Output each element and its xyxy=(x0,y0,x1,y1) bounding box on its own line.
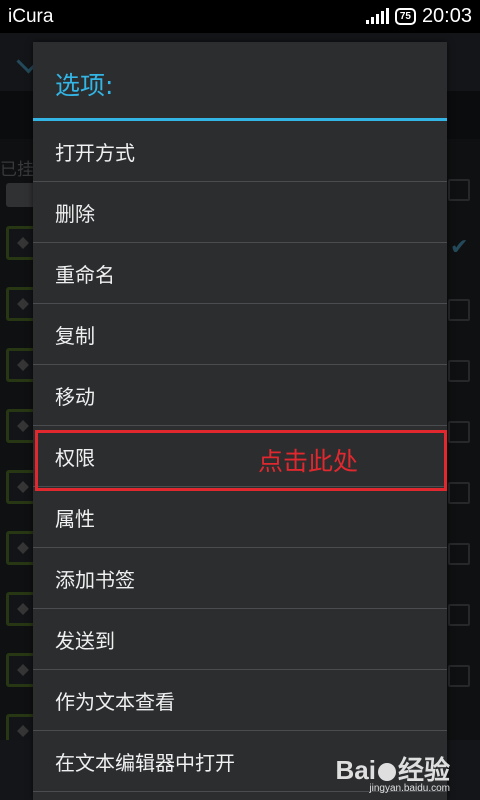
menu-item-label: 在文本编辑器中打开 xyxy=(55,750,235,775)
menu-item-properties[interactable]: 属性 xyxy=(33,487,447,548)
dialog-title: 选项: xyxy=(33,42,447,121)
status-right: 75 20:03 xyxy=(365,4,472,27)
menu-item-delete[interactable]: 删除 xyxy=(33,182,447,243)
highlight-box xyxy=(35,430,447,491)
paw-icon xyxy=(377,763,396,782)
options-dialog: 选项: 打开方式 删除 重命名 复制 移动 权限 属性 添加书签 发送到 作为文… xyxy=(33,42,447,800)
menu-item-move[interactable]: 移动 xyxy=(33,365,447,426)
baidu-watermark: Bai 经验 jingyan.baidu.com xyxy=(336,757,450,794)
menu-item-add-bookmark[interactable]: 添加书签 xyxy=(33,548,447,609)
menu-item-label: 作为文本查看 xyxy=(55,689,175,714)
menu-item-copy[interactable]: 复制 xyxy=(33,304,447,365)
status-app-name: iCura xyxy=(8,6,54,27)
menu-item-label: 属性 xyxy=(55,506,95,531)
menu-item-label: 打开方式 xyxy=(55,140,135,165)
watermark-brand-suffix: 经验 xyxy=(397,755,450,785)
menu-item-label: 删除 xyxy=(55,201,95,226)
menu-item-send-to[interactable]: 发送到 xyxy=(33,609,447,670)
signal-icon xyxy=(365,8,389,24)
menu-item-label: 移动 xyxy=(55,384,95,409)
status-clock: 20:03 xyxy=(421,4,472,27)
status-bar: iCura 75 20:03 xyxy=(0,0,480,33)
menu-item-label: 发送到 xyxy=(55,628,115,653)
menu-item-open-with[interactable]: 打开方式 xyxy=(33,121,447,182)
menu-item-label: 添加书签 xyxy=(55,567,135,592)
menu-item-view-as-text[interactable]: 作为文本查看 xyxy=(33,670,447,731)
annotation-text: 点击此处 xyxy=(258,447,359,476)
menu-item-label: 重命名 xyxy=(55,262,115,287)
menu-item-rename[interactable]: 重命名 xyxy=(33,243,447,304)
watermark-brand: Bai xyxy=(335,755,376,785)
menu-item-label: 复制 xyxy=(55,323,95,348)
battery-icon: 75 xyxy=(394,7,416,25)
